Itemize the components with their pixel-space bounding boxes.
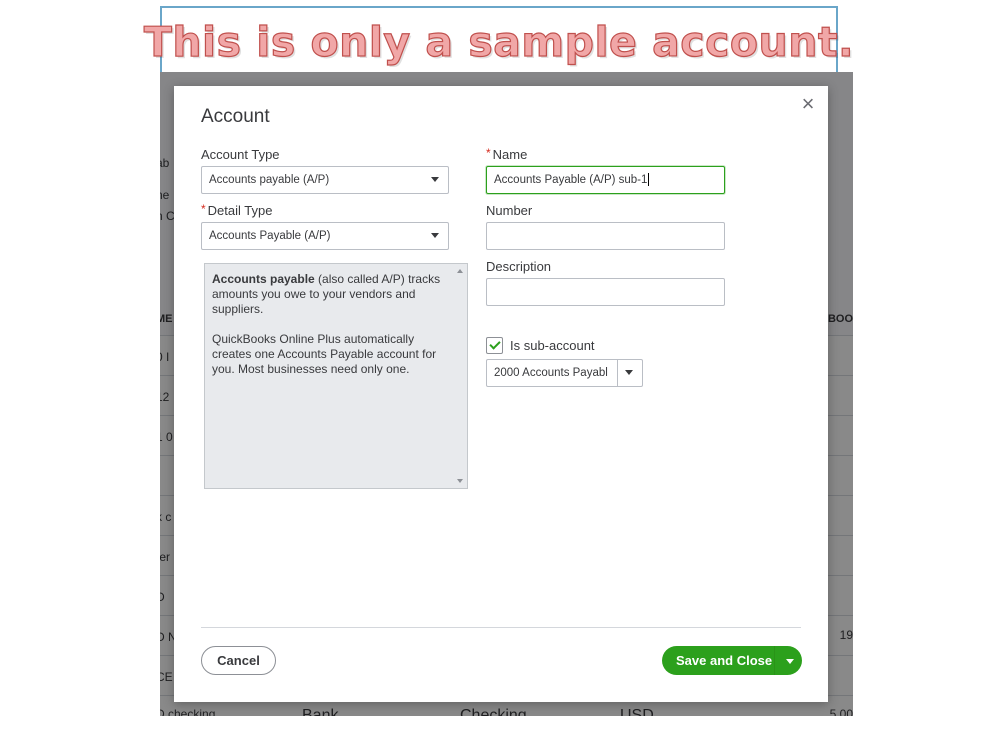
- footer-divider: [201, 627, 801, 628]
- close-icon[interactable]: ×: [798, 93, 818, 115]
- detail-type-select[interactable]: Accounts Payable (A/P): [201, 222, 449, 250]
- chevron-down-icon[interactable]: [786, 659, 794, 664]
- chevron-down-icon[interactable]: [625, 370, 633, 375]
- divider: [774, 646, 775, 675]
- description-bold: Accounts payable: [212, 272, 315, 286]
- detail-type-description[interactable]: Accounts payable (also called A/P) track…: [204, 263, 468, 489]
- required-mark: *: [486, 146, 491, 160]
- name-label-text: Name: [492, 147, 528, 162]
- name-input[interactable]: Accounts Payable (A/P) sub-1: [486, 166, 725, 194]
- number-input[interactable]: [486, 222, 725, 250]
- account-type-label: Account Type: [201, 147, 280, 162]
- scroll-down-icon[interactable]: [457, 479, 463, 483]
- chevron-down-icon: [431, 233, 439, 238]
- scrollbar[interactable]: [453, 264, 467, 488]
- required-mark: *: [201, 202, 206, 216]
- name-label: * Name: [486, 146, 528, 162]
- parent-account-value: 2000 Accounts Payabl: [494, 367, 608, 379]
- account-type-select[interactable]: Accounts payable (A/P): [201, 166, 449, 194]
- name-value: Accounts Payable (A/P) sub-1: [494, 174, 648, 186]
- detail-type-label: * Detail Type: [201, 202, 273, 218]
- sample-banner: This is only a sample account.: [143, 6, 854, 77]
- parent-account-select[interactable]: 2000 Accounts Payabl: [486, 359, 643, 387]
- description-paragraph2: QuickBooks Online Plus automatically cre…: [212, 332, 437, 376]
- sub-account-label: Is sub-account: [510, 338, 595, 353]
- save-and-close-label: Save and Close: [676, 653, 773, 668]
- check-icon: [489, 338, 501, 350]
- description-input[interactable]: [486, 278, 725, 306]
- text-caret: [648, 173, 650, 187]
- detail-type-label-text: Detail Type: [207, 203, 273, 218]
- detail-type-value: Accounts Payable (A/P): [209, 230, 331, 242]
- description-label: Description: [486, 259, 552, 274]
- sub-account-checkbox[interactable]: [486, 337, 503, 354]
- description-text: Accounts payable (also called A/P) track…: [212, 272, 450, 392]
- cancel-button[interactable]: Cancel: [201, 646, 276, 675]
- scroll-up-icon[interactable]: [457, 269, 463, 273]
- account-type-value: Accounts payable (A/P): [209, 174, 330, 186]
- save-and-close-button[interactable]: Save and Close: [662, 646, 802, 675]
- banner-text: This is only a sample account.: [143, 17, 855, 66]
- modal-title: Account: [201, 106, 270, 127]
- account-modal: Account × Account Type Accounts payable …: [174, 86, 828, 702]
- divider: [617, 360, 618, 386]
- chevron-down-icon: [431, 177, 439, 182]
- number-label: Number: [486, 203, 533, 218]
